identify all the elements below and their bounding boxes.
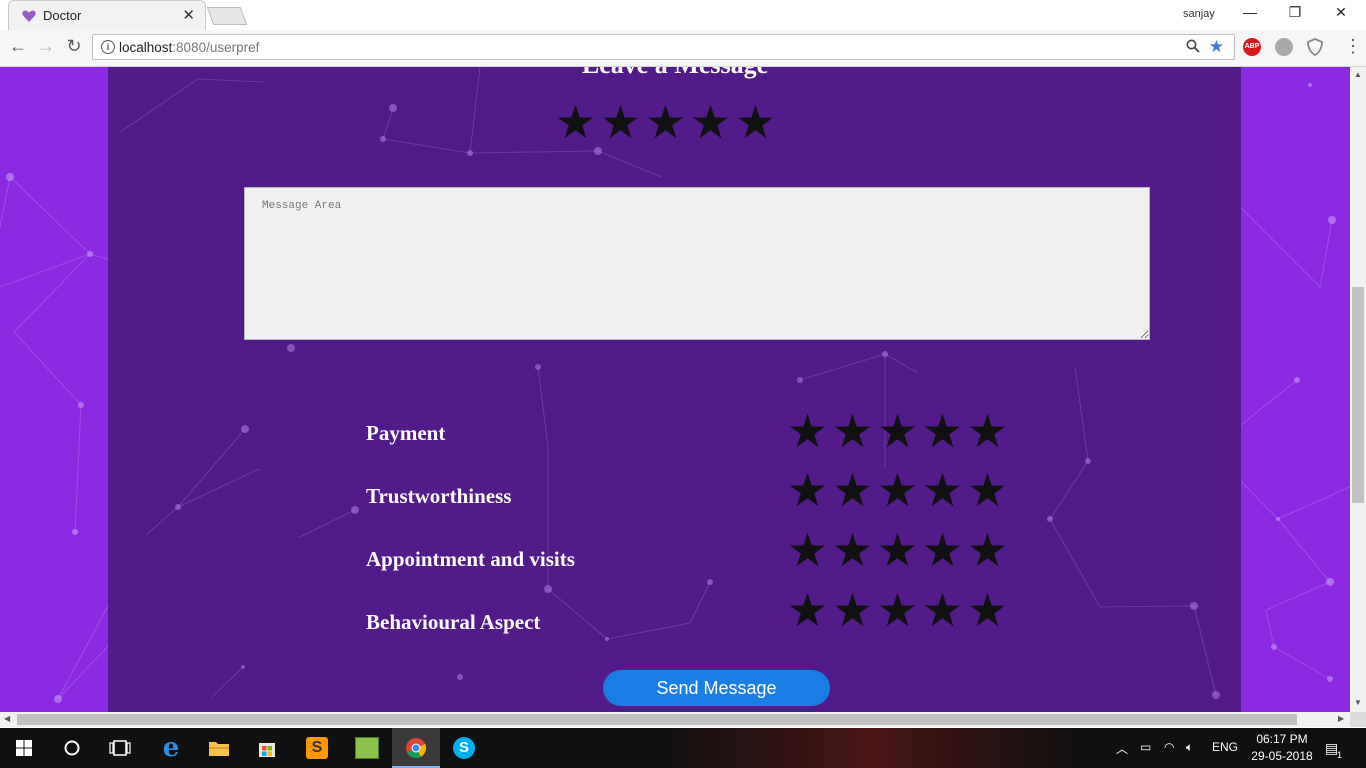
appointment-star-2[interactable]: ★	[830, 527, 875, 573]
vertical-scrollbar[interactable]: ▲ ▼	[1350, 67, 1366, 712]
appointment-star-4[interactable]: ★	[920, 527, 965, 573]
wallpaper-glow	[660, 728, 1080, 768]
url-text[interactable]: localhost:8080/userpref	[119, 40, 259, 55]
tab-title: Doctor	[43, 8, 82, 23]
zoom-icon[interactable]	[1186, 39, 1200, 56]
category-label-payment: Payment	[366, 421, 446, 445]
payment-star-5[interactable]: ★	[965, 408, 1010, 454]
forward-icon[interactable]: →	[34, 36, 58, 58]
category-label-behaviour: Behavioural Aspect	[366, 610, 541, 634]
task-view-icon[interactable]	[96, 728, 144, 768]
shield-extension-icon[interactable]	[1306, 38, 1324, 57]
minimize-button[interactable]: —	[1230, 4, 1270, 24]
skype-icon[interactable]: S	[440, 728, 488, 768]
behaviour-star-5[interactable]: ★	[965, 587, 1010, 633]
cloud-extension-icon[interactable]	[1275, 38, 1293, 56]
windows-taskbar: e S S ︿ ▭ ◠ 🔈︎ ENG 06:17 PM 29-05-2018 ▤…	[0, 728, 1366, 768]
payment-star-2[interactable]: ★	[830, 408, 875, 454]
scroll-up-icon[interactable]: ▲	[1354, 70, 1362, 79]
url-host: localhost	[119, 40, 173, 55]
adblock-plus-icon[interactable]: ABP	[1243, 38, 1261, 56]
overall-star-5[interactable]: ★	[733, 99, 778, 145]
send-message-button[interactable]: Send Message	[603, 670, 830, 706]
trust-star-5[interactable]: ★	[965, 467, 1010, 513]
reload-icon[interactable]: ↻	[62, 36, 86, 58]
edge-icon[interactable]: e	[147, 728, 195, 768]
wifi-icon[interactable]: ◠	[1164, 740, 1174, 754]
rating-trustworthiness[interactable]: ★ ★ ★ ★ ★	[785, 467, 1010, 513]
payment-star-3[interactable]: ★	[875, 408, 920, 454]
rating-behaviour[interactable]: ★ ★ ★ ★ ★	[785, 587, 1010, 633]
rating-payment[interactable]: ★ ★ ★ ★ ★	[785, 408, 1010, 454]
trust-star-2[interactable]: ★	[830, 467, 875, 513]
clock-date: 29-05-2018	[1251, 749, 1313, 763]
language-indicator[interactable]: ENG	[1212, 740, 1238, 754]
browser-menu-icon[interactable]: ⋮	[1344, 36, 1362, 57]
info-icon[interactable]: i	[101, 40, 115, 54]
volume-icon[interactable]: 🔈︎	[1186, 740, 1193, 755]
payment-star-4[interactable]: ★	[920, 408, 965, 454]
terminal-app-icon[interactable]	[343, 728, 391, 768]
behaviour-star-3[interactable]: ★	[875, 587, 920, 633]
heart-favicon-icon	[22, 10, 36, 22]
behaviour-star-2[interactable]: ★	[830, 587, 875, 633]
appointment-star-1[interactable]: ★	[785, 527, 830, 573]
tab-close-icon[interactable]: ✕	[182, 6, 195, 24]
category-label-trustworthiness: Trustworthiness	[366, 484, 512, 508]
trust-star-1[interactable]: ★	[785, 467, 830, 513]
overall-star-4[interactable]: ★	[688, 99, 733, 145]
behaviour-star-1[interactable]: ★	[785, 587, 830, 633]
bookmark-star-icon[interactable]: ★	[1209, 37, 1224, 57]
store-icon[interactable]	[243, 728, 291, 768]
behaviour-star-4[interactable]: ★	[920, 587, 965, 633]
profile-name[interactable]: sanjay	[1183, 8, 1215, 20]
chrome-taskbar-icon[interactable]	[392, 728, 440, 768]
overall-rating[interactable]: ★ ★ ★ ★ ★	[553, 99, 778, 145]
category-label-appointment: Appointment and visits	[366, 547, 575, 571]
back-icon[interactable]: ←	[6, 36, 30, 58]
trust-star-4[interactable]: ★	[920, 467, 965, 513]
file-explorer-icon[interactable]	[195, 728, 243, 768]
scrollbar-corner	[1350, 712, 1366, 727]
browser-tab-strip: Doctor ✕ sanjay — ❐ ✕	[0, 0, 1366, 31]
clock-time: 06:17 PM	[1256, 732, 1308, 746]
horizontal-scrollbar[interactable]: ◀ ▶	[0, 712, 1350, 727]
address-bar[interactable]: i localhost:8080/userpref ★	[92, 34, 1235, 60]
payment-star-1[interactable]: ★	[785, 408, 830, 454]
appointment-star-5[interactable]: ★	[965, 527, 1010, 573]
close-window-button[interactable]: ✕	[1321, 4, 1361, 24]
appointment-star-3[interactable]: ★	[875, 527, 920, 573]
vertical-scroll-thumb[interactable]	[1352, 287, 1364, 503]
url-path: :8080/userpref	[172, 40, 260, 55]
battery-icon[interactable]: ▭	[1140, 740, 1151, 754]
scroll-left-icon[interactable]: ◀	[4, 714, 10, 723]
page-viewport: Leave a Message ★ ★ ★ ★ ★ Payment ★ ★ ★ …	[0, 67, 1350, 712]
overall-star-1[interactable]: ★	[553, 99, 598, 145]
browser-toolbar: ← → ↻ i localhost:8080/userpref ★ ABP ⋮	[0, 30, 1366, 67]
system-clock[interactable]: 06:17 PM 29-05-2018	[1250, 731, 1314, 765]
page-heading: Leave a Message	[0, 67, 1350, 80]
horizontal-scroll-thumb[interactable]	[17, 714, 1297, 725]
rating-appointment[interactable]: ★ ★ ★ ★ ★	[785, 527, 1010, 573]
tray-expand-icon[interactable]: ︿	[1116, 740, 1128, 757]
sublime-text-icon[interactable]: S	[293, 728, 341, 768]
start-button-icon[interactable]	[0, 728, 48, 768]
tab-doctor[interactable]: Doctor ✕	[8, 0, 206, 30]
scroll-right-icon[interactable]: ▶	[1338, 714, 1344, 723]
notification-count: 1	[1337, 750, 1343, 760]
overall-star-2[interactable]: ★	[598, 99, 643, 145]
message-area[interactable]	[244, 187, 1150, 340]
network-overlay	[119, 67, 1220, 699]
restore-button[interactable]: ❐	[1275, 4, 1315, 24]
trust-star-3[interactable]: ★	[875, 467, 920, 513]
cortana-icon[interactable]	[48, 728, 96, 768]
scroll-down-icon[interactable]: ▼	[1354, 698, 1362, 707]
overall-star-3[interactable]: ★	[643, 99, 688, 145]
new-tab-button[interactable]	[206, 7, 248, 25]
